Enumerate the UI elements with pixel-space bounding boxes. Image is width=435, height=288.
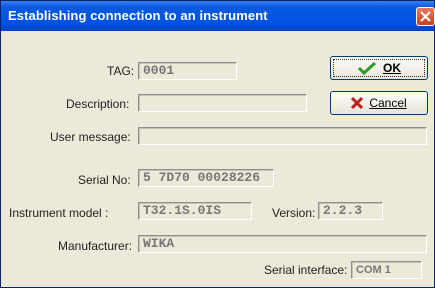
- serial-interface-label: Serial interface:: [264, 263, 348, 277]
- close-icon: [420, 11, 431, 22]
- tag-field[interactable]: 0001: [138, 62, 237, 80]
- tag-label: TAG:: [107, 64, 135, 78]
- version-field[interactable]: 2.2.3: [318, 202, 383, 220]
- description-label: Description:: [66, 97, 130, 111]
- ok-button[interactable]: OK: [330, 56, 428, 80]
- checkmark-icon: [357, 61, 377, 75]
- version-label: Version:: [272, 206, 316, 220]
- cancel-button[interactable]: Cancel: [330, 91, 428, 115]
- description-field[interactable]: [138, 94, 307, 112]
- serial-no-label: Serial No:: [78, 173, 131, 187]
- serial-interface-field[interactable]: COM 1: [351, 261, 422, 279]
- instrument-model-field[interactable]: T32.1S.0IS: [138, 202, 252, 220]
- serial-no-field[interactable]: 5 7D70 00028226: [138, 169, 274, 187]
- instrument-model-label: Instrument model :: [9, 206, 109, 220]
- manufacturer-field[interactable]: WIKA: [138, 235, 427, 253]
- user-message-label: User message:: [50, 130, 131, 144]
- ok-label: OK: [383, 61, 401, 75]
- cancel-label: Cancel: [369, 96, 407, 110]
- cancel-x-icon: [351, 97, 364, 109]
- connection-dialog: Establishing connection to an instrument…: [0, 0, 435, 288]
- close-button[interactable]: [416, 7, 435, 26]
- user-message-field[interactable]: [138, 127, 427, 145]
- title-bar[interactable]: Establishing connection to an instrument: [1, 1, 435, 31]
- window-title: Establishing connection to an instrument: [8, 8, 268, 23]
- manufacturer-label: Manufacturer:: [58, 239, 133, 253]
